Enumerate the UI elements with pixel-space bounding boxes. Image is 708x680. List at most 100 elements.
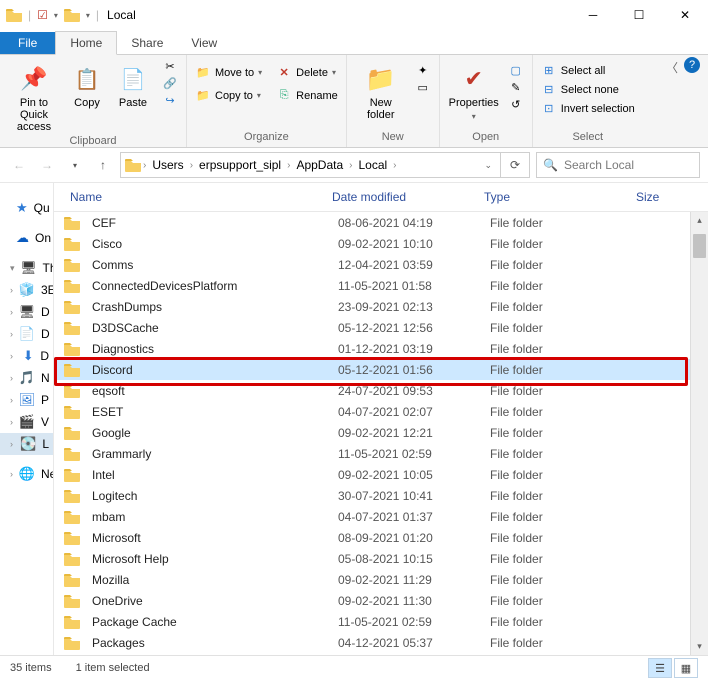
newfolder-button[interactable]: 📁 New folder (353, 59, 409, 121)
col-date[interactable]: Date modified (326, 190, 478, 204)
table-row[interactable]: Cisco09-02-2021 10:10File folder (54, 233, 708, 254)
pin-quickaccess-button[interactable]: 📌 Pin to Quick access (6, 59, 62, 133)
back-button[interactable]: ← (8, 154, 30, 176)
nav-item[interactable]: ›📄D (0, 323, 53, 345)
nav-item[interactable]: ›🖥D (0, 301, 53, 323)
col-size[interactable]: Size (630, 190, 702, 204)
nav-item[interactable]: ›🎬V (0, 411, 53, 433)
paste-icon: 📄 (117, 63, 149, 95)
selectnone-button[interactable]: ⊟Select none (539, 82, 637, 97)
refresh-button[interactable]: ⟳ (501, 152, 530, 178)
nav-item[interactable]: ›⬇D (0, 345, 53, 367)
table-row[interactable]: ConnectedDevicesPlatform11-05-2021 01:58… (54, 275, 708, 296)
edit-button[interactable]: ✎ (506, 80, 526, 95)
easyaccess-button[interactable]: ▭ (413, 80, 433, 95)
table-row[interactable]: Packages04-12-2021 05:37File folder (54, 632, 708, 653)
col-name[interactable]: Name (64, 190, 326, 204)
search-icon: 🔍 (543, 158, 558, 172)
table-row[interactable]: Diagnostics01-12-2021 03:19File folder (54, 338, 708, 359)
history-button[interactable]: ↺ (506, 97, 526, 112)
tiles-view-button[interactable]: ▦ (674, 658, 698, 678)
cut-button[interactable]: ✂ (160, 59, 180, 74)
nav-item[interactable]: ▾🖥Th (0, 257, 53, 279)
scroll-thumb[interactable] (693, 234, 706, 258)
cell-name: Microsoft (86, 531, 332, 545)
tab-share[interactable]: Share (117, 32, 177, 54)
pasteshortcut-button[interactable]: ↪ (160, 93, 180, 108)
collapse-ribbon-icon[interactable]: 〈 (666, 59, 678, 76)
open-button[interactable]: ▢ (506, 63, 526, 78)
table-row[interactable]: ESET04-07-2021 02:07File folder (54, 401, 708, 422)
table-row[interactable]: mbam04-07-2021 01:37File folder (54, 506, 708, 527)
nav-label: D (41, 327, 50, 341)
delete-button[interactable]: ✕Delete ▾ (274, 65, 340, 80)
table-row[interactable]: Google09-02-2021 12:21File folder (54, 422, 708, 443)
crumb-dropdown-icon[interactable]: ⌄ (484, 160, 496, 171)
status-bar: 35 items 1 item selected ☰ ▦ (0, 655, 708, 680)
nav-item[interactable]: ›🎵N (0, 367, 53, 389)
col-type[interactable]: Type (478, 190, 630, 204)
rename-button[interactable]: ⎘Rename (274, 88, 340, 103)
qat-dropdown2-icon[interactable]: ▾ (86, 11, 90, 20)
invert-button[interactable]: ⊡Invert selection (539, 101, 637, 116)
table-row[interactable]: Comms12-04-2021 03:59File folder (54, 254, 708, 275)
details-view-button[interactable]: ☰ (648, 658, 672, 678)
table-row[interactable]: Logitech30-07-2021 10:41File folder (54, 485, 708, 506)
properties-button[interactable]: ✔ Properties ▾ (446, 59, 502, 123)
scrollbar[interactable]: ▴ ▾ (690, 212, 708, 655)
nav-item[interactable]: ›🧊3E (0, 279, 53, 301)
crumb[interactable]: Users (148, 158, 187, 172)
forward-button[interactable]: → (36, 154, 58, 176)
paste-button[interactable]: 📄 Paste (112, 59, 154, 109)
table-row[interactable]: Microsoft Help05-08-2021 10:15File folde… (54, 548, 708, 569)
recent-dropdown[interactable]: ▾ (64, 154, 86, 176)
selectall-button[interactable]: ⊞Select all (539, 63, 637, 78)
folder-icon (64, 447, 80, 461)
nav-item[interactable]: ›🖼P (0, 389, 53, 411)
table-row[interactable]: Grammarly11-05-2021 02:59File folder (54, 443, 708, 464)
breadcrumb[interactable]: › Users› erpsupport_sipl› AppData› Local… (120, 152, 501, 178)
minimize-button[interactable]: ─ (570, 0, 616, 30)
help-icon[interactable]: ? (684, 57, 700, 73)
table-row[interactable]: Microsoft08-09-2021 01:20File folder (54, 527, 708, 548)
column-headers[interactable]: Name Date modified Type Size (54, 183, 708, 212)
nav-item[interactable]: ★Qu (0, 197, 53, 219)
navigation-pane[interactable]: ★Qu ☁On ▾🖥Th›🧊3E›🖥D›📄D›⬇D›🎵N›🖼P›🎬V›💽L ›🌐Ne (0, 183, 54, 655)
table-row[interactable]: eqsoft24-07-2021 09:53File folder (54, 380, 708, 401)
crumb[interactable]: AppData (292, 158, 347, 172)
nav-item[interactable]: ›💽L (0, 433, 53, 455)
qat-dropdown-icon[interactable]: ▾ (54, 11, 58, 20)
crumb[interactable]: erpsupport_sipl (195, 158, 285, 172)
copypath-button[interactable]: 🔗 (160, 76, 180, 91)
table-row[interactable]: Discord05-12-2021 01:56File folder (54, 359, 708, 380)
copy-button[interactable]: 📋 Copy (66, 59, 108, 109)
table-row[interactable]: OneDrive09-02-2021 11:30File folder (54, 590, 708, 611)
tab-file[interactable]: File (0, 32, 55, 54)
file-list[interactable]: CEF08-06-2021 04:19File folderCisco09-02… (54, 212, 708, 655)
table-row[interactable]: CrashDumps23-09-2021 02:13File folder (54, 296, 708, 317)
scroll-down-icon[interactable]: ▾ (691, 638, 708, 655)
close-button[interactable]: ✕ (662, 0, 708, 30)
search-input[interactable]: 🔍 Search Local (536, 152, 700, 178)
nav-item[interactable]: ☁On (0, 227, 53, 249)
newitem-button[interactable]: ✦ (413, 63, 433, 78)
maximize-button[interactable]: ☐ (616, 0, 662, 30)
folder-icon (64, 258, 80, 272)
nav-item[interactable]: ›🌐Ne (0, 463, 53, 485)
up-button[interactable]: ↑ (92, 154, 114, 176)
tab-home[interactable]: Home (55, 31, 117, 55)
moveto-button[interactable]: 📁Move to ▾ (193, 65, 264, 80)
crumb[interactable]: Local (354, 158, 391, 172)
table-row[interactable]: D3DSCache05-12-2021 12:56File folder (54, 317, 708, 338)
copyto-icon: 📁 (195, 89, 211, 102)
cell-type: File folder (484, 489, 636, 503)
qat-checkbox-icon[interactable]: ☑ (37, 8, 48, 22)
table-row[interactable]: CEF08-06-2021 04:19File folder (54, 212, 708, 233)
table-row[interactable]: Intel09-02-2021 10:05File folder (54, 464, 708, 485)
group-label: Organize (244, 129, 289, 145)
tab-view[interactable]: View (177, 32, 231, 54)
copyto-button[interactable]: 📁Copy to ▾ (193, 88, 264, 103)
table-row[interactable]: Mozilla09-02-2021 11:29File folder (54, 569, 708, 590)
scroll-up-icon[interactable]: ▴ (691, 212, 708, 229)
table-row[interactable]: Package Cache11-05-2021 02:59File folder (54, 611, 708, 632)
